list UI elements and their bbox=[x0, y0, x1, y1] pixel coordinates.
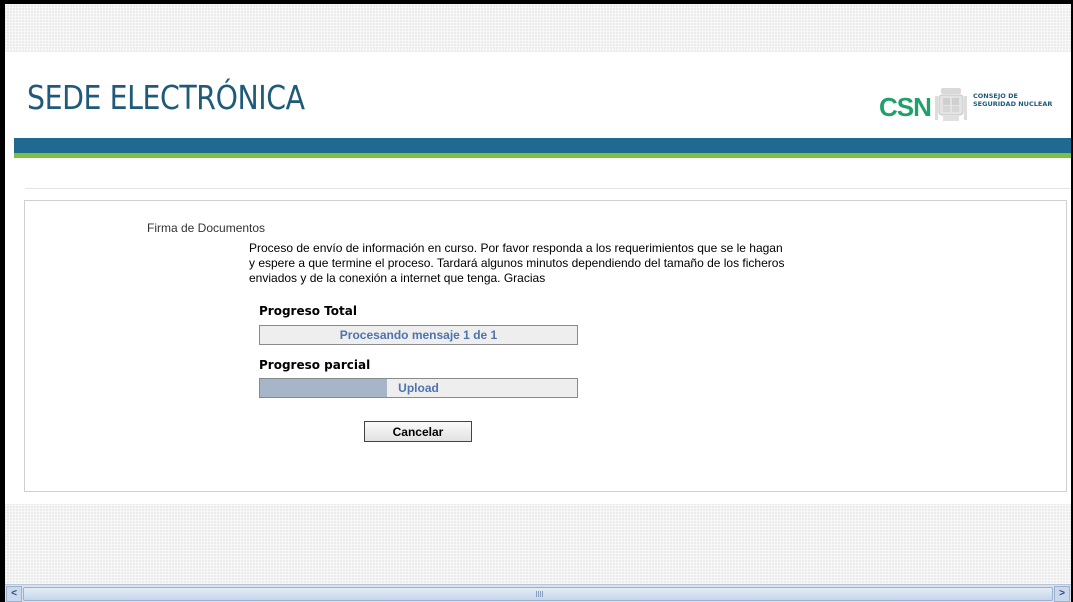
partial-progress-bar: Upload bbox=[259, 378, 578, 398]
logo-line-2: SEGURIDAD NUCLEAR bbox=[973, 100, 1053, 108]
divider bbox=[25, 188, 1071, 189]
page-content: SEDE ELECTRÓNICA CSN CONSEJO DE SEGURIDA… bbox=[5, 52, 1071, 504]
coat-of-arms-icon bbox=[935, 88, 967, 121]
scroll-left-arrow-icon[interactable]: < bbox=[6, 586, 22, 602]
partial-progress-status: Upload bbox=[398, 381, 439, 395]
total-progress-bar: Procesando mensaje 1 de 1 bbox=[259, 325, 578, 345]
partial-progress-label: Progreso parcial bbox=[259, 358, 371, 372]
logo-abbreviation: CSN bbox=[879, 92, 932, 122]
header-green-bar bbox=[14, 153, 1071, 158]
total-progress-label: Progreso Total bbox=[259, 304, 357, 318]
total-progress-status: Procesando mensaje 1 de 1 bbox=[339, 328, 498, 342]
scroll-right-arrow-icon[interactable]: > bbox=[1054, 586, 1070, 602]
scrollbar-grip-icon bbox=[536, 591, 544, 597]
process-description: Proceso de envío de información en curso… bbox=[249, 241, 785, 285]
site-title: SEDE ELECTRÓNICA bbox=[27, 78, 305, 117]
cancel-button[interactable]: Cancelar bbox=[364, 421, 472, 442]
section-title: Firma de Documentos bbox=[147, 221, 266, 235]
header-blue-bar bbox=[14, 138, 1071, 153]
upload-panel: Firma de Documentos Proceso de envío de … bbox=[24, 200, 1067, 492]
scrollbar-thumb[interactable] bbox=[23, 587, 1053, 601]
horizontal-scrollbar[interactable]: < > bbox=[5, 584, 1071, 602]
csn-logo[interactable]: CSN CONSEJO DE SEGURIDAD NUCLEAR bbox=[879, 86, 1059, 126]
logo-line-1: CONSEJO DE bbox=[973, 92, 1018, 100]
logo-text: CONSEJO DE SEGURIDAD NUCLEAR bbox=[973, 92, 1063, 108]
